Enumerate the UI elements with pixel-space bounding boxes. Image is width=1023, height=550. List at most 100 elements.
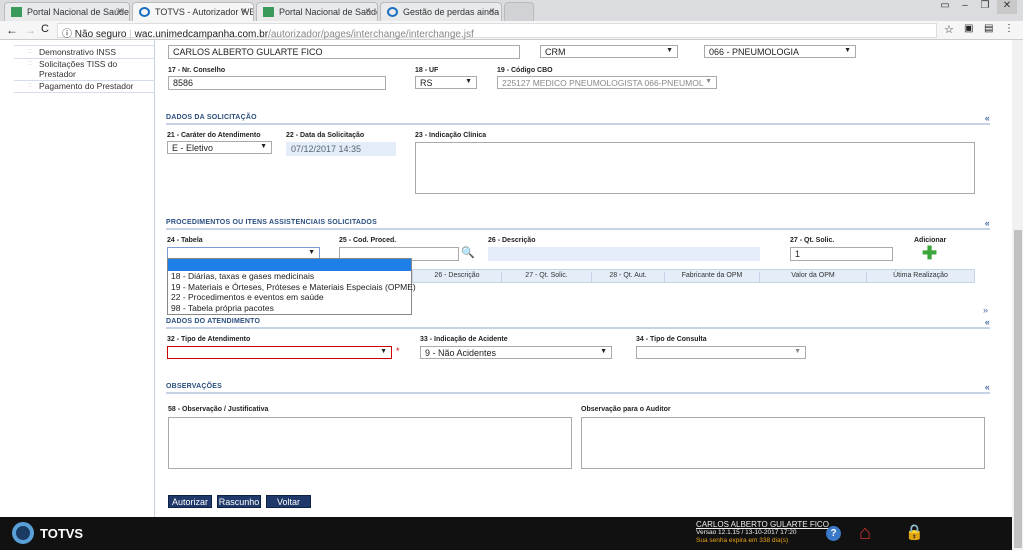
bookmark-star-icon[interactable]: ☆ [944, 23, 954, 36]
page-scrollbar[interactable] [1012, 40, 1023, 550]
selected-value: CRM [545, 47, 566, 57]
browser-tab-active[interactable]: TOTVS - Autorizador WE × [132, 2, 254, 21]
footer-bar: TOTVS CARLOS ALBERTO GULARTE FICO Versao… [0, 517, 1012, 550]
url-input[interactable]: ⓘ Não seguro | wac.unimedcampanha.com.br… [57, 23, 937, 40]
tipo-atendimento-select[interactable]: ▼ [167, 346, 392, 359]
user-name-link[interactable]: CARLOS ALBERTO GULARTE FICO [696, 520, 829, 529]
column-header: 28 - Qt. Aut. [591, 272, 664, 283]
indicacao-clinica-textarea[interactable] [415, 142, 975, 194]
help-icon[interactable]: ? [826, 526, 841, 541]
section-title: PROCEDIMENTOS OU ITENS ASSISTENCIAIS SOL… [166, 219, 377, 226]
uf-select[interactable]: RS ▼ [415, 76, 477, 89]
dropdown-arrow-icon: ▼ [260, 143, 267, 150]
dropdown-option[interactable]: 18 - Diárias, taxas e gases medicinais [168, 271, 411, 282]
user-icon[interactable]: ▭ [935, 0, 955, 14]
info-icon[interactable]: ⓘ [62, 29, 75, 40]
sidebar-item-solicitacoes-tiss[interactable]: Solicitações TISS do Prestador [14, 58, 155, 81]
qt-solic-field[interactable]: 1 [790, 247, 893, 261]
close-tab-icon[interactable]: × [365, 6, 371, 17]
uf-label: 18 - UF [415, 67, 439, 74]
security-label[interactable]: Não seguro [75, 29, 127, 40]
portal-icon [11, 7, 22, 17]
minimize-icon[interactable]: – [955, 0, 975, 14]
tabela-dropdown-list[interactable]: 18 - Diárias, taxas e gases medicinais 1… [167, 258, 416, 315]
nr-conselho-label: 17 - Nr. Conselho [168, 67, 226, 74]
dropdown-option[interactable]: 19 - Materiais e Órteses, Próteses e Mat… [168, 282, 416, 293]
lock-icon[interactable]: 🔒 [905, 523, 924, 541]
password-expiry-text: Sua senha expira em 338 dia(s) [696, 537, 789, 544]
autorizar-button[interactable]: Autorizar [168, 495, 212, 508]
data-solicitacao-label: 22 - Data da Solicitação [286, 132, 365, 139]
close-tab-icon[interactable]: × [117, 6, 123, 17]
collapse-icon[interactable]: « [985, 218, 990, 228]
selected-value: RS [420, 78, 433, 88]
section-observacoes: OBSERVAÇÕES « [166, 382, 990, 394]
carater-select[interactable]: E - Eletivo ▼ [167, 141, 272, 154]
rascunho-button[interactable]: Rascunho [217, 495, 261, 508]
descricao-label: 26 - Descrição [488, 237, 536, 244]
tabela-label: 24 - Tabela [167, 237, 203, 244]
especialidade-select[interactable]: 066 - PNEUMOLOGIA ▼ [704, 45, 856, 58]
menu-icon[interactable]: ⋮ [1004, 23, 1014, 34]
expand-icon[interactable]: » [983, 305, 988, 315]
dropdown-arrow-icon: ▼ [465, 78, 472, 85]
section-title: DADOS DA SOLICITAÇÃO [166, 114, 257, 121]
selected-value: 225127 MEDICO PNEUMOLOGISTA 066-PNEUMOL [502, 78, 704, 88]
tab-title: TOTVS - Autorizador WE [155, 7, 254, 17]
collapse-icon[interactable]: « [985, 382, 990, 392]
forward-icon[interactable]: → [24, 23, 36, 37]
close-tab-icon[interactable]: × [241, 6, 247, 17]
address-bar-row: ← → C ⓘ Não seguro | wac.unimedcampanha.… [0, 21, 1023, 40]
conselho-select[interactable]: CRM ▼ [540, 45, 678, 58]
maximize-icon[interactable]: ❐ [975, 0, 995, 14]
search-icon[interactable]: 🔍 [461, 246, 475, 259]
column-header: Valor da OPM [759, 272, 866, 283]
observacao-auditor-textarea[interactable] [581, 417, 985, 469]
browser-tab[interactable]: Gestão de perdas ainda × [380, 2, 502, 21]
version-text: Versao 12.1.15 / 13-10-2017 17:20 [696, 529, 797, 536]
collapse-icon[interactable]: « [985, 317, 990, 327]
browser-tab[interactable]: Portal Nacional de Saúde × [4, 2, 130, 21]
home-icon[interactable]: ⌂ [859, 522, 871, 544]
close-tab-icon[interactable]: × [489, 6, 495, 17]
totvs-logo-icon [12, 522, 34, 544]
required-asterisk: * [396, 346, 400, 356]
back-icon[interactable]: ← [6, 23, 18, 37]
extension-icon[interactable]: ▤ [984, 23, 993, 34]
observacao-textarea[interactable] [168, 417, 572, 469]
dropdown-option[interactable]: 22 - Procedimentos e eventos em saúde [168, 292, 411, 303]
professional-name-field[interactable]: CARLOS ALBERTO GULARTE FICO [168, 45, 520, 59]
sidebar-item-label: Solicitações TISS do Prestador [39, 59, 118, 79]
extension-icon[interactable]: ▣ [964, 23, 973, 34]
tipo-consulta-select[interactable]: ▼ [636, 346, 806, 359]
qt-solic-label: 27 - Qt. Solic. [790, 237, 835, 244]
section-title: DADOS DO ATENDIMENTO [166, 318, 261, 325]
close-window-icon[interactable]: ✕ [997, 0, 1017, 14]
nr-conselho-field[interactable]: 8586 [168, 76, 386, 90]
voltar-button[interactable]: Voltar [266, 495, 311, 508]
dropdown-arrow-icon: ▼ [380, 348, 387, 355]
dropdown-arrow-icon: ▼ [308, 249, 315, 256]
reload-icon[interactable]: C [41, 23, 49, 35]
totvs-logo-text: TOTVS [40, 526, 84, 541]
new-tab-button[interactable] [504, 2, 534, 21]
sidebar-item-pagamento[interactable]: Pagamento do Prestador [14, 80, 155, 93]
column-header: 26 - Descrição [434, 272, 480, 279]
dropdown-arrow-icon: ▼ [794, 348, 801, 355]
dropdown-option[interactable] [168, 259, 411, 271]
descricao-field [488, 247, 760, 261]
observacao-auditor-label: Observação para o Auditor [581, 406, 671, 413]
collapse-icon[interactable]: « [985, 113, 990, 123]
dropdown-option[interactable]: 98 - Tabela própria pacotes [168, 303, 411, 314]
indicacao-acidente-label: 33 - Indicação de Acidente [420, 336, 508, 343]
cbo-label: 19 - Código CBO [497, 67, 553, 74]
cbo-select[interactable]: 225127 MEDICO PNEUMOLOGISTA 066-PNEUMOL ▼ [497, 76, 717, 89]
section-procedimentos: PROCEDIMENTOS OU ITENS ASSISTENCIAIS SOL… [166, 218, 990, 230]
add-plus-icon[interactable]: ✚ [922, 244, 937, 262]
browser-tab[interactable]: Portal Nacional de Saúde × [256, 2, 378, 21]
tab-title: Portal Nacional de Saúde [27, 7, 130, 17]
scrollbar-thumb[interactable] [1014, 230, 1022, 548]
indicacao-acidente-select[interactable]: 9 - Não Acidentes ▼ [420, 346, 612, 359]
dropdown-arrow-icon: ▼ [600, 348, 607, 355]
sidebar-item-demonstrativo-inss[interactable]: Demonstrativo INSS [14, 45, 155, 59]
